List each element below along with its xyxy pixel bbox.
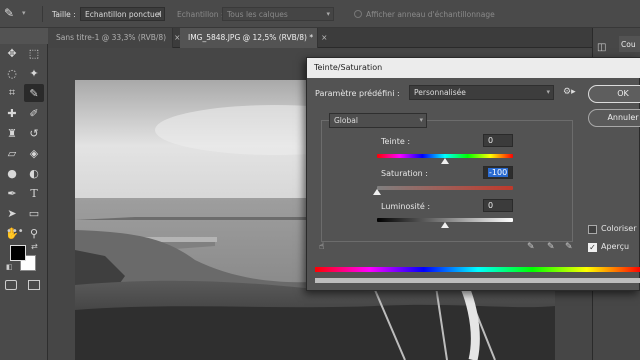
lightness-label: Luminosité : <box>381 202 431 211</box>
preset-value: Personnalisée <box>414 88 466 97</box>
pen-tool-icon[interactable]: ✒ <box>2 184 22 202</box>
saturation-value: -100 <box>488 168 509 177</box>
marquee-tool-icon[interactable]: ⬚ <box>24 44 44 62</box>
eyedropper-plus-icon[interactable]: ✎ <box>547 242 555 252</box>
divider <box>42 6 43 22</box>
healing-brush-tool-icon[interactable]: ✚ <box>2 104 22 122</box>
panel-icon[interactable]: ◫ <box>597 42 613 58</box>
chevron-down-icon: ▾ <box>419 116 423 124</box>
brush-tool-icon[interactable]: ✐ <box>24 104 44 122</box>
eyedropper-tool-icon[interactable]: ✎ <box>4 6 20 22</box>
options-bar: ✎ ▾ Taille : Echantillon ponctuel ▾ Echan… <box>0 0 640 28</box>
lightness-input[interactable]: 0 <box>483 199 513 212</box>
channel-select[interactable]: Global ▾ <box>329 113 427 128</box>
preview-label: Aperçu <box>601 242 630 251</box>
tab-label: IMG_5848.JPG @ 12,5% (RVB/8) * <box>188 33 314 42</box>
saturation-slider-track[interactable] <box>377 186 513 190</box>
eyedropper-minus-icon[interactable]: ✎ <box>565 242 573 252</box>
rectangle-tool-icon[interactable]: ▭ <box>24 204 44 222</box>
echantillon-select[interactable]: Tous les calques ▾ <box>222 7 334 21</box>
channel-value: Global <box>334 116 358 125</box>
echantillon-value: Tous les calques <box>227 10 288 19</box>
type-tool-icon[interactable]: T <box>24 184 44 202</box>
input-color-ramp <box>315 267 640 272</box>
blur-tool-icon[interactable]: ● <box>2 164 22 182</box>
eyedropper-icon[interactable]: ✎ <box>527 242 535 252</box>
document-tabs: Sans titre-1 @ 33,3% (RVB/8) × IMG_5848.J… <box>48 28 592 48</box>
chevron-down-icon: ▾ <box>546 88 550 96</box>
ok-button[interactable]: OK <box>588 85 640 103</box>
tab-couleur[interactable]: Cou <box>619 36 640 52</box>
tab-label: Sans titre-1 @ 33,3% (RVB/8) <box>56 33 167 42</box>
eyedropper-tool-icon[interactable]: ✎ <box>24 84 44 102</box>
path-selection-tool-icon[interactable]: ➤ <box>2 204 22 222</box>
echantillon-label: Echantillon : <box>177 10 224 19</box>
hue-saturation-dialog: Teinte/Saturation Paramètre prédéfini : … <box>306 57 640 291</box>
tool-preset-chevron-icon[interactable]: ▾ <box>22 9 26 17</box>
quick-mask-icon[interactable] <box>5 280 17 290</box>
preview-checkbox[interactable]: ✓ <box>588 243 597 252</box>
preset-settings-gear-icon[interactable]: ⚙▸ <box>563 87 576 97</box>
on-image-adjust-hand-icon[interactable]: ☝ <box>319 242 324 252</box>
more-tools-icon[interactable]: ••• <box>6 226 24 237</box>
screen-mode-icon[interactable] <box>28 280 40 290</box>
preset-select[interactable]: Personnalisée ▾ <box>409 85 554 100</box>
saturation-slider-thumb[interactable] <box>373 189 381 195</box>
taille-select[interactable]: Echantillon ponctuel ▾ <box>80 7 165 21</box>
cancel-button[interactable]: Annuler <box>588 109 640 127</box>
sampling-ring-label: Afficher anneau d'échantillonnage <box>366 10 495 19</box>
magic-wand-tool-icon[interactable]: ✦ <box>24 64 44 82</box>
preset-label: Paramètre prédéfini : <box>315 89 400 98</box>
dodge-tool-icon[interactable]: ◐ <box>24 164 44 182</box>
taille-value: Echantillon ponctuel <box>85 10 162 19</box>
taille-label: Taille : <box>52 10 76 19</box>
move-tool-icon[interactable]: ✥ <box>2 44 22 62</box>
tab-img-5848[interactable]: IMG_5848.JPG @ 12,5% (RVB/8) * × <box>180 28 327 48</box>
chevron-down-icon: ▾ <box>326 10 330 18</box>
zoom-tool-icon[interactable]: ⚲ <box>24 224 44 242</box>
chevron-down-icon: ▾ <box>157 10 161 18</box>
saturation-label: Saturation : <box>381 169 428 178</box>
swap-colors-icon[interactable]: ⇄ <box>31 242 38 251</box>
foreground-color-swatch[interactable] <box>10 245 26 261</box>
default-colors-icon[interactable]: ◧ <box>6 263 13 271</box>
history-brush-tool-icon[interactable]: ↺ <box>24 124 44 142</box>
output-color-ramp <box>315 278 640 283</box>
lasso-tool-icon[interactable]: ◌ <box>2 64 22 82</box>
saturation-input[interactable]: -100 <box>483 166 513 179</box>
hue-slider-thumb[interactable] <box>441 158 449 164</box>
colorize-checkbox[interactable] <box>588 225 597 234</box>
tab-sans-titre[interactable]: Sans titre-1 @ 33,3% (RVB/8) × <box>48 28 180 48</box>
dialog-title[interactable]: Teinte/Saturation <box>307 58 640 78</box>
colorize-label: Coloriser <box>601 224 637 233</box>
paint-bucket-tool-icon[interactable]: ◈ <box>24 144 44 162</box>
close-icon[interactable]: × <box>321 33 327 42</box>
eraser-tool-icon[interactable]: ▱ <box>2 144 22 162</box>
hue-input[interactable]: 0 <box>483 134 513 147</box>
stamp-tool-icon[interactable]: ♜ <box>2 124 22 142</box>
crop-tool-icon[interactable]: ⌗ <box>2 84 22 102</box>
sampling-ring-checkbox[interactable] <box>354 10 362 18</box>
tools-panel: ✥ ⬚ ◌ ✦ ⌗ ✎ ✚ ✐ ♜ ↺ ▱ ◈ ● ◐ ✒ T ➤ ▭ ✋ ⚲ … <box>0 44 48 360</box>
hue-label: Teinte : <box>381 137 411 146</box>
lightness-slider-thumb[interactable] <box>441 222 449 228</box>
